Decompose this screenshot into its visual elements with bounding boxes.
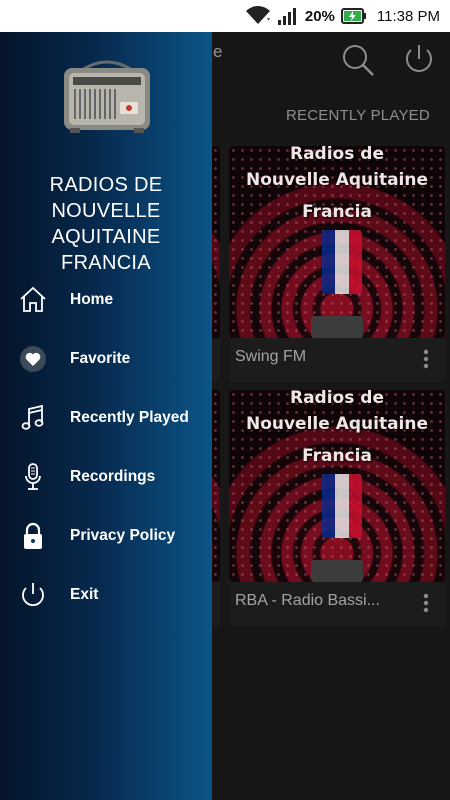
home-icon: [20, 286, 46, 312]
microphone-icon: [25, 463, 41, 490]
menu-item-label: Privacy Policy: [70, 527, 176, 544]
france-flag-icon: [322, 474, 362, 538]
artwork-line: Francia: [302, 202, 372, 222]
menu-item-label: Exit: [70, 586, 99, 603]
status-bar: 20% 11:38 PM: [0, 0, 450, 32]
menu-item-label: Recently Played: [70, 409, 189, 426]
drawer-title-line: FRANCIA: [61, 252, 151, 274]
artwork-line: Nouvelle Aquitaine: [245, 414, 429, 434]
drawer-title-line: AQUITAINE: [51, 226, 161, 248]
battery-percent: 20%: [304, 7, 335, 25]
artwork-line: Radios de: [290, 390, 384, 408]
signal-icon: [277, 8, 296, 25]
radio-graphic: [311, 560, 363, 582]
menu-item-label: Recordings: [70, 468, 156, 485]
france-flag-icon: [322, 230, 362, 294]
artwork-line: Radios de: [290, 146, 384, 164]
menu-item-label: Favorite: [70, 350, 131, 367]
navigation-drawer: RADIOS DE NOUVELLE AQUITAINE FRANCIA Hom…: [0, 32, 212, 800]
screen: 20% 11:38 PM elle ia E RECENTLY PLAYED: [0, 0, 450, 800]
menu-item-favorite[interactable]: Favorite: [0, 338, 212, 382]
radio-graphic: [311, 316, 363, 338]
drawer-title-line: RADIOS DE: [49, 174, 163, 196]
status-icons: 20% 11:38 PM: [245, 0, 440, 32]
artwork-line: Nouvelle Aquitaine: [245, 170, 429, 190]
clock: 11:38 PM: [376, 7, 440, 25]
menu-item-recently-played[interactable]: Recently Played: [0, 397, 212, 441]
drawer-title: RADIOS DE NOUVELLE AQUITAINE FRANCIA: [0, 172, 212, 276]
drawer-title-line: NOUVELLE: [51, 200, 161, 222]
power-icon: [22, 583, 44, 607]
heart-icon: [20, 346, 46, 372]
music-note-icon: [21, 404, 44, 430]
artwork-line: Francia: [302, 446, 372, 466]
wifi-icon: [245, 6, 270, 25]
menu-item-label: Home: [70, 291, 114, 308]
lock-icon: [24, 522, 42, 549]
menu-item-privacy-policy[interactable]: Privacy Policy: [0, 515, 212, 559]
menu-item-exit[interactable]: Exit: [0, 574, 212, 618]
battery-charging-icon: [340, 8, 366, 24]
radio-logo: [64, 60, 150, 133]
menu-item-recordings[interactable]: Recordings: [0, 456, 212, 500]
menu-item-home[interactable]: Home: [0, 279, 212, 323]
